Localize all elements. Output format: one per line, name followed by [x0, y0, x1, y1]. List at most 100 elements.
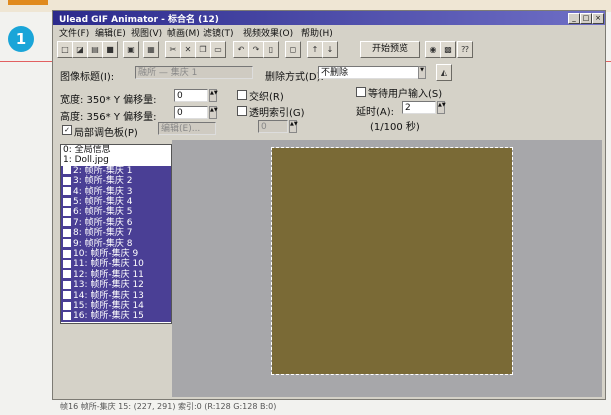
frame-list-item[interactable]: 16: 帧所-集庆 15	[61, 311, 171, 323]
frame-list-item[interactable]: 4: 帧所-集庆 3	[61, 186, 171, 198]
frame-list-item[interactable]: 14: 帧所-集庆 13	[61, 290, 171, 302]
frame-checkbox[interactable]	[63, 176, 71, 185]
local-palette-checkbox[interactable]: ✓	[62, 125, 72, 135]
interlace-label: 交织(R)	[249, 92, 284, 103]
menu-view[interactable]: 视图(V)	[131, 26, 162, 39]
minimize-button[interactable]: _	[568, 13, 580, 24]
image-title-field[interactable]: 融所 — 集庆 1	[135, 66, 253, 79]
frame-list-label: 6: 帧所-集庆 5	[73, 207, 133, 218]
select-icon[interactable]: ◻	[285, 41, 301, 58]
removal-method-label: 删除方式(D):	[265, 72, 324, 83]
delay-spinner[interactable]: ▲▼	[437, 101, 446, 114]
frame-list-item[interactable]: 11: 帧所-集庆 10	[61, 259, 171, 271]
menu-file[interactable]: 文件(F)	[59, 26, 89, 39]
menu-filter[interactable]: 滤镜(T)	[203, 26, 234, 39]
interlace-checkbox[interactable]	[237, 90, 247, 100]
frame-image[interactable]	[271, 147, 513, 375]
frame-checkbox[interactable]	[63, 218, 71, 227]
window-title: Ulead GIF Animator - 标合名 (12)	[59, 15, 219, 25]
frame-checkbox[interactable]	[63, 280, 71, 289]
transparent-index-field[interactable]: 0	[258, 120, 288, 133]
delete-icon[interactable]: ✂	[165, 41, 181, 58]
help-pointer-icon[interactable]: ⁇	[457, 41, 473, 58]
frame-list-label: 16: 帧所-集庆 15	[73, 311, 144, 322]
transparent-index-label: 透明索引(G)	[249, 108, 305, 119]
frame-list-label: 11: 帧所-集庆 10	[73, 259, 144, 270]
transparent-index-spinner[interactable]: ▲▼	[289, 120, 298, 133]
frame-checkbox[interactable]	[63, 270, 71, 279]
frame-checkbox[interactable]	[63, 228, 71, 237]
width-label: 宽度: 350* Y 偏移量:	[60, 95, 157, 106]
frame-checkbox[interactable]	[63, 166, 71, 175]
status-bar: 帧16 帧所-集庆 15: (227, 291) 索引:0 (R:128 G:1…	[60, 402, 277, 411]
step-number-badge: 1	[8, 26, 34, 52]
move-up-icon[interactable]: ↑	[307, 41, 323, 58]
frame-list-label: 3: 帧所-集庆 2	[73, 176, 133, 187]
paste-icon[interactable]: ▭	[210, 41, 226, 58]
frame-list-item[interactable]: 0: 全局信息	[61, 145, 171, 156]
frame-checkbox[interactable]	[63, 311, 71, 320]
open-folder-icon[interactable]: ▤	[87, 41, 103, 58]
redo-icon[interactable]: ↷	[248, 41, 264, 58]
frame-checkbox[interactable]	[63, 249, 71, 258]
title-bar: Ulead GIF Animator - 标合名 (12) _ □ ×	[53, 11, 605, 25]
chevron-down-icon[interactable]: ▼	[418, 66, 426, 79]
frame-list-item[interactable]: 13: 帧所-集庆 12	[61, 280, 171, 292]
add-frame-icon[interactable]: ▦	[143, 41, 159, 58]
frame-list-label: 9: 帧所-集庆 8	[73, 238, 133, 249]
start-preview-button[interactable]: 开始预览	[360, 41, 420, 58]
frame-list-item[interactable]: 9: 帧所-集庆 8	[61, 238, 171, 250]
wizard-icon[interactable]: ◪	[72, 41, 88, 58]
y-offset-spinner[interactable]: ▲▼	[209, 106, 218, 119]
cut-icon[interactable]: ✕	[180, 41, 196, 58]
new-file-icon[interactable]: □	[57, 41, 73, 58]
copy-icon[interactable]: ❐	[195, 41, 211, 58]
frame-list-item[interactable]: 1: Doll.jpg	[61, 155, 171, 166]
frame-list-label: 13: 帧所-集庆 12	[73, 280, 144, 291]
frame-list-label: 8: 帧所-集庆 7	[73, 228, 133, 239]
toolbar: □ ◪ ▤ ■ ▣ ▦ ✂ ✕ ❐ ▭ ↶ ↷ ▯ ◻ ↑ ↓ 开始预览 ◉ ▩…	[55, 40, 603, 60]
frame-list-label: 5: 帧所-集庆 4	[73, 197, 133, 207]
optimize-icon[interactable]: ◉	[425, 41, 441, 58]
move-down-icon[interactable]: ↓	[322, 41, 338, 58]
wait-user-input-checkbox[interactable]	[356, 87, 366, 97]
frame-list[interactable]: 0: 全局信息 1: Doll.jpg 2: 帧所-集庆 1 3: 帧所-集庆 2 4:…	[60, 144, 172, 324]
removal-options-icon[interactable]: ◭	[436, 64, 452, 81]
frame-checkbox[interactable]	[63, 291, 71, 300]
frame-checkbox[interactable]	[63, 259, 71, 268]
menu-video-effects[interactable]: 视频效果(O)	[243, 26, 293, 39]
x-offset-spinner[interactable]: ▲▼	[209, 89, 218, 102]
frame-list-item[interactable]: 6: 帧所-集庆 5	[61, 207, 171, 219]
delay-field[interactable]: 2	[402, 101, 436, 114]
menu-help[interactable]: 帮助(H)	[301, 26, 333, 39]
book-header-mark	[8, 0, 48, 5]
crop-icon[interactable]: ▯	[263, 41, 279, 58]
frame-list-label: 0: 全局信息	[63, 145, 111, 155]
wait-user-input-label: 等待用户输入(S)	[368, 89, 443, 100]
frame-list-item[interactable]: 8: 帧所-集庆 7	[61, 228, 171, 240]
export-icon[interactable]: ▩	[440, 41, 456, 58]
menu-frame[interactable]: 帧画(M)	[167, 26, 200, 39]
frame-list-item[interactable]: 3: 帧所-集庆 2	[61, 176, 171, 188]
y-offset-field[interactable]: 0	[174, 106, 208, 119]
menu-edit[interactable]: 编辑(E)	[95, 26, 126, 39]
frame-list-label: 2: 帧所-集庆 1	[73, 165, 133, 176]
frame-list-label: 10: 帧所-集庆 9	[73, 249, 139, 259]
add-image-icon[interactable]: ▣	[123, 41, 139, 58]
removal-method-select[interactable]: 不删除	[318, 66, 426, 79]
image-title-label: 图像标题(I):	[60, 72, 115, 83]
frame-list-label: 12: 帧所-集庆 11	[73, 269, 144, 280]
frame-checkbox[interactable]	[63, 301, 71, 310]
frame-checkbox[interactable]	[63, 187, 71, 196]
frame-checkbox[interactable]	[63, 239, 71, 248]
edit-palette-button[interactable]: 编辑(E)...	[158, 122, 216, 135]
save-icon[interactable]: ■	[102, 41, 118, 58]
frame-list-label: 14: 帧所-集庆 13	[73, 290, 144, 301]
undo-icon[interactable]: ↶	[233, 41, 249, 58]
frame-checkbox[interactable]	[63, 197, 71, 206]
transparent-index-checkbox[interactable]	[237, 106, 247, 116]
close-button[interactable]: ×	[592, 13, 604, 24]
maximize-button[interactable]: □	[580, 13, 592, 24]
frame-checkbox[interactable]	[63, 207, 71, 216]
x-offset-field[interactable]: 0	[174, 89, 208, 102]
